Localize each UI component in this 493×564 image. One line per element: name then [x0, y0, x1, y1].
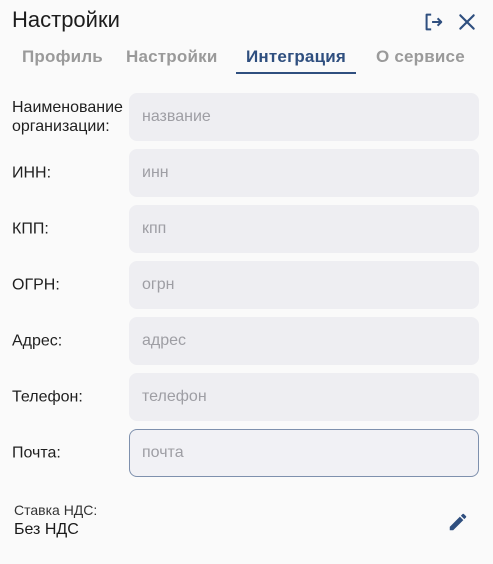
- email-input[interactable]: [130, 430, 478, 476]
- settings-panel: Настройки Профиль Настройки Интеграция О…: [0, 0, 493, 564]
- kpp-field-box: [129, 205, 479, 253]
- address-label: Адрес:: [12, 332, 63, 350]
- logout-icon: [425, 13, 443, 31]
- inn-field-box: [129, 149, 479, 197]
- phone-field-box: [129, 373, 479, 421]
- page-title: Настройки: [12, 7, 120, 32]
- ogrn-row: ОГРН:: [12, 261, 479, 309]
- org-name-input[interactable]: [130, 94, 478, 140]
- panel-header: Настройки: [12, 6, 481, 36]
- inn-input[interactable]: [130, 150, 478, 196]
- vat-label: Ставка НДС:: [14, 502, 98, 518]
- inn-label: ИНН:: [12, 164, 52, 182]
- address-row: Адрес:: [12, 317, 479, 365]
- tab-about[interactable]: О сервисе: [376, 44, 465, 74]
- edit-vat-button[interactable]: [444, 508, 472, 536]
- logout-button[interactable]: [419, 8, 447, 36]
- org-name-field-box: [129, 93, 479, 141]
- ogrn-label: ОГРН:: [12, 276, 60, 294]
- ogrn-field-box: [129, 261, 479, 309]
- tab-integration[interactable]: Интеграция: [236, 44, 357, 74]
- close-button[interactable]: [453, 8, 481, 36]
- pencil-icon: [449, 513, 467, 531]
- ogrn-input[interactable]: [130, 262, 478, 308]
- inn-row: ИНН:: [12, 149, 479, 197]
- email-row: Почта:: [12, 429, 479, 477]
- tab-bar: Профиль Настройки Интеграция О сервисе: [12, 44, 481, 76]
- vat-value: Без НДС: [14, 521, 79, 538]
- phone-label: Телефон:: [12, 388, 83, 406]
- phone-input[interactable]: [130, 374, 478, 420]
- close-icon: [459, 14, 475, 30]
- org-name-label: Наименование организации:: [12, 99, 123, 135]
- kpp-row: КПП:: [12, 205, 479, 253]
- address-input[interactable]: [130, 318, 478, 364]
- email-label: Почта:: [12, 444, 61, 462]
- org-name-row: Наименование организации:: [12, 93, 479, 141]
- phone-row: Телефон:: [12, 373, 479, 421]
- kpp-input[interactable]: [130, 206, 478, 252]
- vat-section: Ставка НДС: Без НДС: [14, 502, 97, 540]
- kpp-label: КПП:: [12, 220, 49, 238]
- tab-settings[interactable]: Настройки: [126, 44, 218, 74]
- address-field-box: [129, 317, 479, 365]
- tab-profile[interactable]: Профиль: [22, 44, 103, 74]
- email-field-box: [129, 429, 479, 477]
